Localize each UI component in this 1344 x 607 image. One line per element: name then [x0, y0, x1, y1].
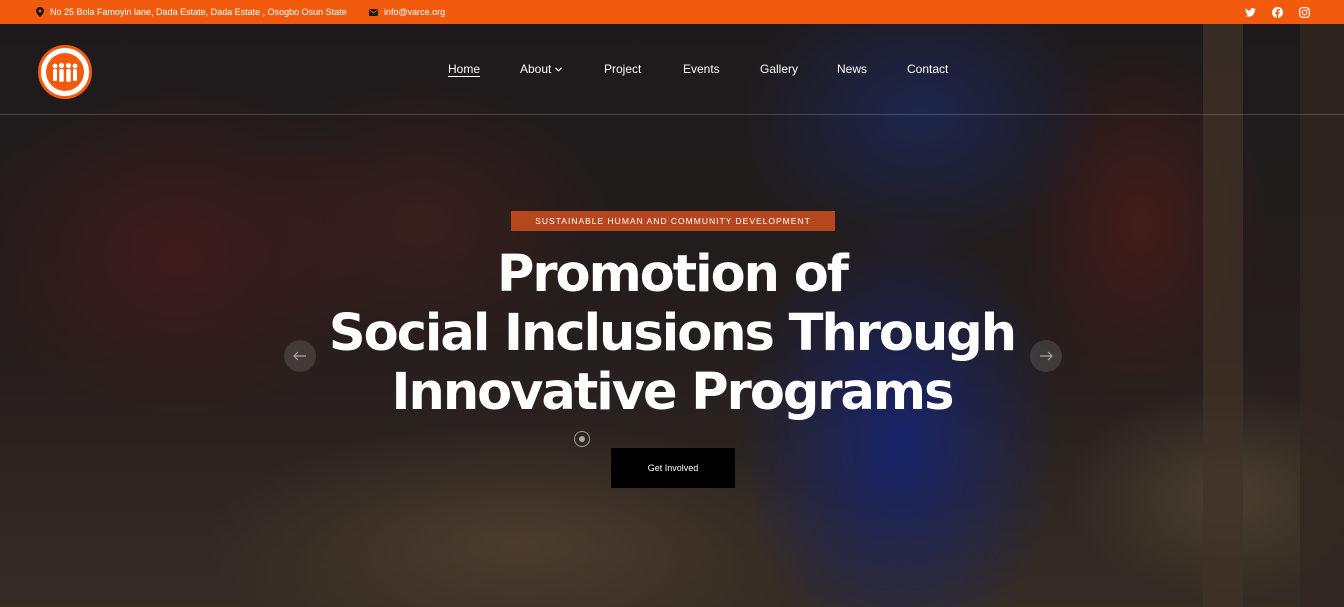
nav-item-gallery[interactable]: Gallery [760, 62, 798, 76]
slider-next-button[interactable] [1030, 340, 1062, 372]
hero-headline: Promotion of Social Inclusions Through I… [272, 245, 1072, 422]
address-info: No 25 Bola Famoyin lane, Dada Estate, Da… [36, 0, 347, 24]
address-text: No 25 Bola Famoyin lane, Dada Estate, Da… [50, 7, 347, 17]
top-info-bar: No 25 Bola Famoyin lane, Dada Estate, Da… [0, 0, 1344, 24]
nav-item-events[interactable]: Events [683, 62, 720, 76]
email-info[interactable]: info@varce.org [369, 0, 445, 24]
slider-dot[interactable] [574, 431, 590, 447]
email-text[interactable]: info@varce.org [384, 7, 445, 17]
arrow-left-icon [293, 351, 306, 361]
social-links [1244, 0, 1310, 24]
facebook-icon[interactable] [1271, 6, 1283, 18]
twitter-icon[interactable] [1244, 6, 1256, 18]
nav-item-home[interactable]: Home [448, 62, 480, 76]
slider-prev-button[interactable] [284, 340, 316, 372]
nav-item-project[interactable]: Project [604, 62, 641, 76]
nav-item-contact[interactable]: Contact [907, 62, 948, 76]
headline-line: Innovative Programs [391, 363, 955, 422]
main-navigation: Home About Project Events Gallery News C… [0, 62, 1344, 76]
headline-line: Promotion of [497, 245, 849, 304]
location-pin-icon [36, 7, 44, 17]
nav-item-about[interactable]: About [520, 62, 563, 76]
header-divider [0, 114, 1344, 115]
hero-tagline-badge: SUSTAINABLE HUMAN AND COMMUNITY DEVELOPM… [511, 211, 835, 231]
arrow-right-icon [1040, 351, 1053, 361]
envelope-icon [369, 8, 378, 16]
nav-item-label: About [520, 62, 552, 76]
headline-line: Social Inclusions Through [328, 304, 1017, 363]
instagram-icon[interactable] [1298, 6, 1310, 18]
nav-item-news[interactable]: News [837, 62, 867, 76]
slider-dot-indicator [579, 436, 585, 442]
get-involved-button[interactable]: Get Involved [611, 448, 735, 488]
chevron-down-icon [555, 67, 563, 72]
